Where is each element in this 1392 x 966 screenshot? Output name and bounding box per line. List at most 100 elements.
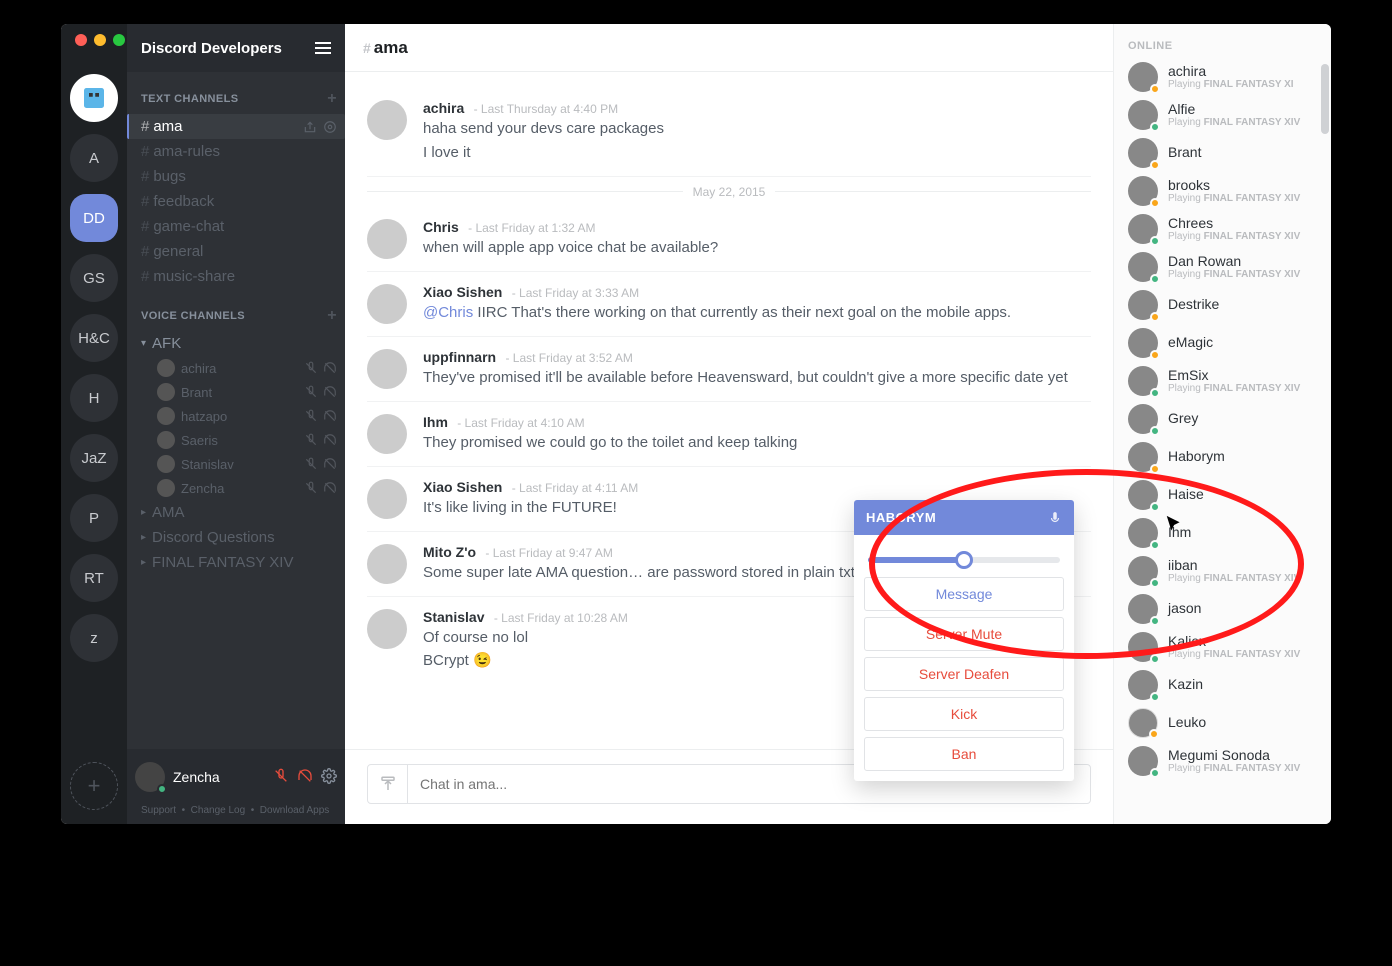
member-avatar [1128, 138, 1158, 168]
member[interactable]: brooksPlaying FINAL FANTASY XIV [1114, 172, 1331, 210]
context-action-ban[interactable]: Ban [864, 737, 1064, 771]
voice-channel[interactable]: ▸Discord Questions [127, 525, 345, 550]
voice-user[interactable]: Zencha [157, 476, 345, 500]
voice-user[interactable]: hatzapo [157, 404, 345, 428]
message-avatar[interactable] [367, 609, 407, 649]
text-channel[interactable]: #ama [127, 114, 345, 139]
upload-button[interactable] [368, 765, 408, 803]
muted-icon [304, 481, 318, 495]
message-avatar[interactable] [367, 219, 407, 259]
message-avatar[interactable] [367, 284, 407, 324]
close-window-button[interactable] [75, 34, 87, 46]
member[interactable]: Haise [1114, 476, 1331, 514]
server-pill[interactable]: P [70, 494, 118, 542]
member-avatar [1128, 480, 1158, 510]
text-channels-header: TEXT CHANNELS + [127, 72, 345, 114]
message-author[interactable]: Chris [423, 219, 459, 235]
voice-user[interactable]: Saeris [157, 428, 345, 452]
message-author[interactable]: Stanislav [423, 609, 484, 625]
server-pill[interactable]: RT [70, 554, 118, 602]
server-header[interactable]: Discord Developers [127, 24, 345, 72]
server-pill[interactable]: A [70, 134, 118, 182]
voice-user[interactable]: Stanislav [157, 452, 345, 476]
member[interactable]: Brant [1114, 134, 1331, 172]
message-author[interactable]: Ihm [423, 414, 448, 430]
server-pill[interactable]: z [70, 614, 118, 662]
server-pill[interactable]: H [70, 374, 118, 422]
text-channel[interactable]: #music-share [127, 264, 345, 289]
add-voice-channel-button[interactable]: + [327, 307, 337, 325]
members-group-label: ONLINE [1114, 24, 1331, 58]
member[interactable]: ChreesPlaying FINAL FANTASY XIV [1114, 210, 1331, 248]
member[interactable]: Grey [1114, 400, 1331, 438]
message-avatar[interactable] [367, 100, 407, 140]
server-pill[interactable]: DD [70, 194, 118, 242]
member[interactable]: EmSixPlaying FINAL FANTASY XIV [1114, 362, 1331, 400]
volume-slider[interactable] [854, 535, 1074, 573]
member[interactable]: iibanPlaying FINAL FANTASY XIV [1114, 552, 1331, 590]
message-avatar[interactable] [367, 349, 407, 389]
member[interactable]: AlfiePlaying FINAL FANTASY XIV [1114, 96, 1331, 134]
text-channel[interactable]: #game-chat [127, 214, 345, 239]
text-channel[interactable]: #bugs [127, 164, 345, 189]
server-pill[interactable]: JaZ [70, 434, 118, 482]
member[interactable]: achiraPlaying FINAL FANTASY XI [1114, 58, 1331, 96]
gear-icon[interactable] [323, 120, 337, 134]
member[interactable]: KaliexPlaying FINAL FANTASY XIV [1114, 628, 1331, 666]
context-action-server-deafen[interactable]: Server Deafen [864, 657, 1064, 691]
download-link[interactable]: Download Apps [260, 805, 330, 816]
member[interactable]: Destrike [1114, 286, 1331, 324]
scrollbar[interactable] [1321, 64, 1329, 134]
text-channel[interactable]: #feedback [127, 189, 345, 214]
deafened-icon [323, 361, 337, 375]
member[interactable]: eMagic [1114, 324, 1331, 362]
support-link[interactable]: Support [141, 805, 176, 816]
message-timestamp: - Last Friday at 3:33 AM [508, 286, 639, 300]
settings-button[interactable] [321, 768, 337, 787]
member[interactable]: Kazin [1114, 666, 1331, 704]
add-server-button[interactable]: + [70, 762, 118, 810]
message-avatar[interactable] [367, 479, 407, 519]
voice-channel[interactable]: ▾AFK [127, 331, 345, 356]
share-icon[interactable] [303, 120, 317, 134]
menu-icon[interactable] [315, 42, 331, 54]
message-avatar[interactable] [367, 544, 407, 584]
server-pill[interactable]: GS [70, 254, 118, 302]
voice-channel[interactable]: ▸FINAL FANTASY XIV [127, 550, 345, 575]
add-text-channel-button[interactable]: + [327, 90, 337, 108]
message-author[interactable]: achira [423, 100, 464, 116]
minimize-window-button[interactable] [94, 34, 106, 46]
mention[interactable]: @Chris [423, 304, 473, 321]
mute-button[interactable] [273, 768, 289, 787]
members-list[interactable]: ONLINE achiraPlaying FINAL FANTASY XIAlf… [1113, 24, 1331, 824]
hash-icon: # [363, 40, 371, 56]
member[interactable]: Dan RowanPlaying FINAL FANTASY XIV [1114, 248, 1331, 286]
member[interactable]: jason [1114, 590, 1331, 628]
deafened-icon [323, 409, 337, 423]
voice-user[interactable]: achira [157, 356, 345, 380]
context-action-message[interactable]: Message [864, 577, 1064, 611]
server-pill[interactable] [70, 74, 118, 122]
server-pill[interactable]: H&C [70, 314, 118, 362]
user-panel: Zencha [127, 749, 345, 805]
message-author[interactable]: Xiao Sishen [423, 479, 502, 495]
current-user-avatar[interactable] [135, 762, 165, 792]
text-channel[interactable]: #ama-rules [127, 139, 345, 164]
changelog-link[interactable]: Change Log [191, 805, 246, 816]
message-avatar[interactable] [367, 414, 407, 454]
member[interactable]: Leuko [1114, 704, 1331, 742]
text-channel[interactable]: #general [127, 239, 345, 264]
message-author[interactable]: Mito Z'o [423, 544, 476, 560]
member[interactable]: Ihm [1114, 514, 1331, 552]
member[interactable]: Haborym [1114, 438, 1331, 476]
maximize-window-button[interactable] [113, 34, 125, 46]
deafened-icon [323, 385, 337, 399]
message-author[interactable]: Xiao Sishen [423, 284, 502, 300]
deafen-button[interactable] [297, 768, 313, 787]
voice-user[interactable]: Brant [157, 380, 345, 404]
context-action-kick[interactable]: Kick [864, 697, 1064, 731]
voice-channel[interactable]: ▸AMA [127, 500, 345, 525]
context-action-server-mute[interactable]: Server Mute [864, 617, 1064, 651]
member[interactable]: Megumi SonodaPlaying FINAL FANTASY XIV [1114, 742, 1331, 780]
message-author[interactable]: uppfinnarn [423, 349, 496, 365]
